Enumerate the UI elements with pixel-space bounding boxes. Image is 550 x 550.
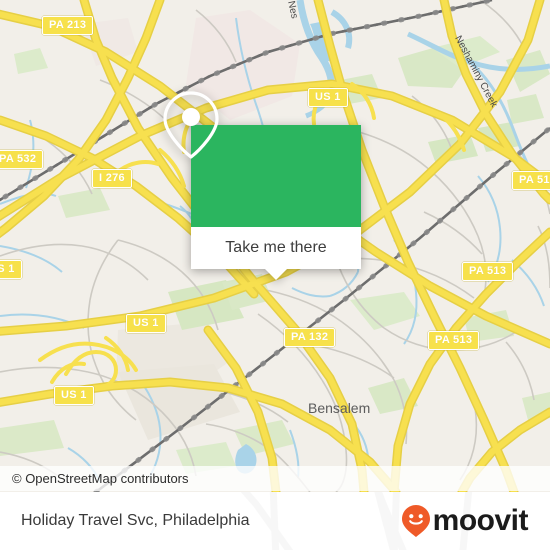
osm-attribution-text[interactable]: © OpenStreetMap contributors: [0, 471, 189, 486]
callout-pointer: [265, 269, 287, 280]
road-shield-us-1-mid[interactable]: US 1: [126, 314, 166, 333]
road-shield-pa-513-mid[interactable]: PA 513: [462, 262, 514, 281]
location-callout-card[interactable]: Take me there: [163, 91, 361, 280]
map-attribution-bar: © OpenStreetMap contributors: [0, 466, 550, 491]
location-pin-icon: [163, 91, 219, 159]
moovit-wordmark: moovit: [432, 504, 529, 537]
place-title: Holiday Travel Svc, Philadelphia: [21, 512, 250, 529]
road-shield-us-1-southwest[interactable]: US 1: [54, 386, 94, 405]
footer-bar: Holiday Travel Svc, Philadelphia moovit: [0, 492, 550, 550]
moovit-smiling-pin-logo-icon: [401, 505, 430, 537]
road-shield-us-1-north[interactable]: US 1: [308, 88, 348, 107]
road-shield-pa-213[interactable]: PA 213: [42, 16, 94, 35]
map-canvas[interactable]: Neshaminy Creek Nes Bensalem PA 213 PA 5…: [0, 0, 550, 492]
road-shield-pa-132[interactable]: PA 132: [284, 328, 336, 347]
road-shield-pa-513-east[interactable]: PA 513: [512, 171, 550, 190]
place-label-bensalem: Bensalem: [308, 400, 371, 416]
callout-pin-area: [163, 91, 361, 227]
callout-action-area[interactable]: Take me there: [191, 227, 361, 269]
moovit-logo[interactable]: moovit: [401, 504, 529, 538]
road-shield-pa-513-south[interactable]: PA 513: [428, 331, 480, 350]
road-shield-pa-532[interactable]: PA 532: [0, 150, 44, 169]
road-shield-i-276[interactable]: I 276: [92, 169, 132, 188]
take-me-there-label: Take me there: [225, 239, 327, 256]
road-shield-us-1-west-edge[interactable]: US 1: [0, 260, 22, 279]
moovit-map-screenshot: Neshaminy Creek Nes Bensalem PA 213 PA 5…: [0, 0, 550, 550]
